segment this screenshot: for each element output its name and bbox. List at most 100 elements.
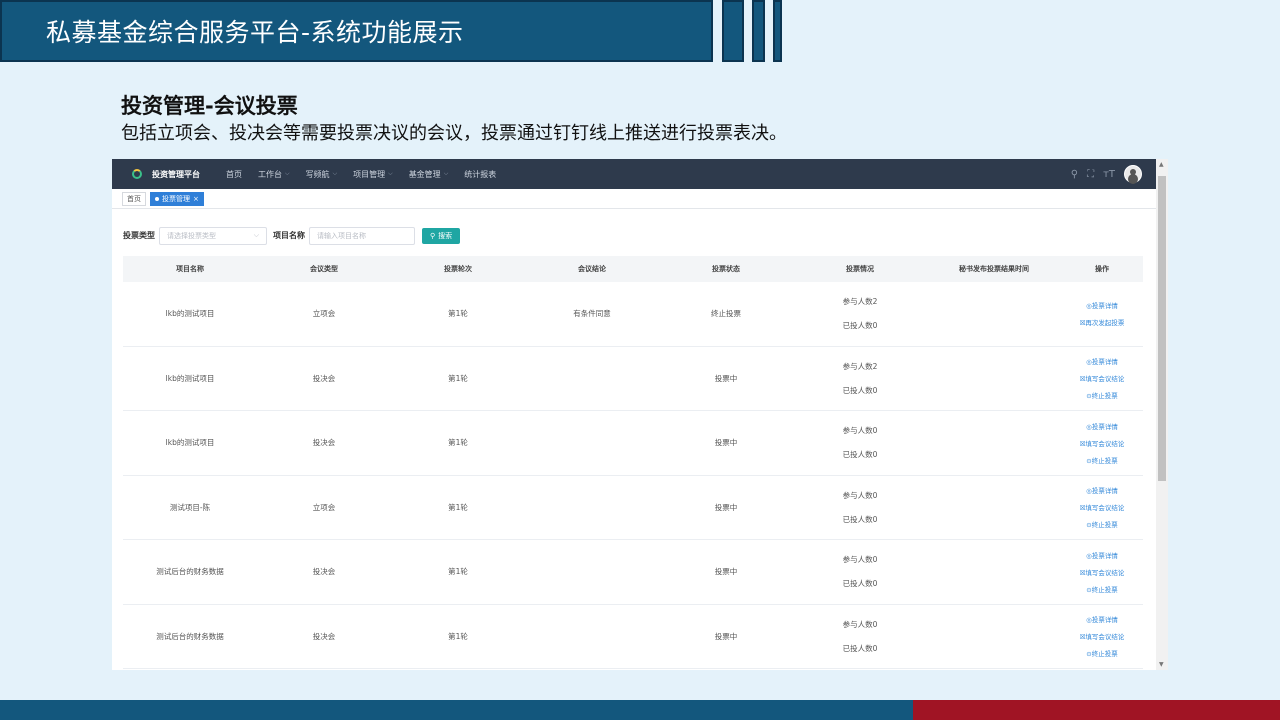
nav-label: 写频航 [305, 169, 330, 179]
nav-label: 统计报表 [464, 169, 497, 179]
table-row: 测试后台的财务数据 投决会 第1轮 投票中 参与人数0 已投人数0 ◎投票详情 … [123, 540, 1143, 605]
slide-title: 私募基金综合服务平台-系统功能展示 [46, 18, 464, 47]
search-button[interactable]: ⚲ 搜索 [422, 227, 461, 244]
header-cell: 会议类型 [310, 265, 338, 273]
voted-count: 已投人数0 [842, 514, 878, 524]
search-button-label: 搜索 [438, 231, 453, 240]
fill-conclusion-link[interactable]: ☒填写会议结论 [1080, 567, 1125, 577]
participants-count: 参与人数0 [842, 426, 878, 436]
actions-cell: ◎投票详情 ☒填写会议结论 ⊙终止投票 [1061, 550, 1143, 594]
logo-icon [132, 169, 142, 179]
vote-detail-link[interactable]: ◎投票详情 [1086, 300, 1118, 310]
section-title: 投资管理-会议投票 [121, 94, 298, 118]
chevron-down-icon: ⌵ [253, 231, 259, 239]
nav-tools: ⚲ ⛶ ᴛT [1071, 165, 1168, 183]
status-cell: 投票中 [714, 502, 738, 512]
status-cell: 投票中 [714, 631, 738, 641]
input-placeholder: 请输入项目名称 [317, 231, 366, 240]
stop-vote-link[interactable]: ⊙终止投票 [1086, 648, 1117, 658]
round-cell: 第1轮 [448, 631, 468, 641]
actions-cell: ◎投票详情 ☒填写会议结论 ⊙终止投票 [1061, 421, 1143, 465]
project-name-label: 项目名称 [273, 231, 305, 240]
fill-conclusion-link[interactable]: ☒填写会议结论 [1080, 502, 1125, 512]
project-name-cell: 测试项目-陈 [169, 502, 211, 512]
fill-conclusion-link[interactable]: ☒填写会议结论 [1080, 631, 1125, 641]
restart-vote-link[interactable]: ☒再次发起投票 [1080, 317, 1125, 327]
header-cell: 投票状态 [712, 265, 740, 273]
voted-count: 已投人数0 [842, 579, 878, 589]
font-size-icon[interactable]: ᴛT [1103, 169, 1115, 180]
vote-detail-link[interactable]: ◎投票详情 [1086, 485, 1118, 495]
vote-info-cell: 参与人数0 已投人数0 [793, 554, 927, 589]
status-cell: 终止投票 [711, 309, 741, 319]
nav-statistics[interactable]: 统计报表 [464, 169, 496, 180]
participants-count: 参与人数0 [842, 619, 878, 629]
filter-bar: 投票类型 请选择投票类型 ⌵ 项目名称 请输入项目名称 ⚲ 搜索 [112, 209, 1168, 249]
voted-count: 已投人数0 [842, 385, 878, 395]
stop-vote-link[interactable]: ⊙终止投票 [1086, 390, 1117, 400]
meeting-type-cell: 立项会 [312, 309, 336, 319]
fullscreen-icon[interactable]: ⛶ [1087, 169, 1094, 180]
vote-info-cell: 参与人数2 已投人数0 [793, 361, 927, 396]
project-name-cell: 测试后台的财务数据 [156, 567, 224, 577]
nav-label: 工作台 [258, 169, 282, 179]
actions-cell: ◎投票详情 ☒填写会议结论 ⊙终止投票 [1061, 356, 1143, 400]
meeting-type-cell: 投决会 [312, 438, 336, 448]
table-row: lkb的测试项目 投决会 第1轮 投票中 参与人数2 已投人数0 ◎投票详情 ☒… [123, 347, 1143, 411]
voted-count: 已投人数0 [842, 321, 878, 331]
section-description: 包括立项会、投决会等需要投票决议的会议，投票通过钉钉线上推送进行投票表决。 [121, 123, 787, 144]
project-name-cell: lkb的测试项目 [165, 309, 215, 319]
select-placeholder: 请选择投票类型 [167, 231, 216, 240]
fill-conclusion-link[interactable]: ☒填写会议结论 [1080, 373, 1125, 383]
scrollbar[interactable]: ▲ ▼ [1156, 159, 1168, 670]
header-cell: 操作 [1095, 265, 1109, 273]
chevron-down-icon: ⌵ [285, 170, 290, 177]
meeting-type-cell: 投决会 [312, 631, 336, 641]
nav-label: 基金管理 [408, 169, 441, 179]
stop-vote-link[interactable]: ⊙终止投票 [1086, 455, 1117, 465]
fill-conclusion-link[interactable]: ☒填写会议结论 [1080, 438, 1125, 448]
participants-count: 参与人数0 [842, 555, 878, 565]
vote-info-cell: 参与人数0 已投人数0 [793, 425, 927, 460]
participants-count: 参与人数0 [842, 490, 878, 500]
vote-detail-link[interactable]: ◎投票详情 [1086, 421, 1118, 431]
nav-label: 项目管理 [353, 169, 386, 179]
vote-detail-link[interactable]: ◎投票详情 [1086, 614, 1118, 624]
round-cell: 第1轮 [448, 309, 468, 319]
round-cell: 第1轮 [448, 373, 468, 383]
avatar[interactable] [1124, 165, 1142, 183]
scroll-down-icon[interactable]: ▼ [1159, 661, 1164, 668]
decor-bar [773, 0, 782, 62]
tag-home[interactable]: 首页 [122, 191, 146, 206]
vote-info-cell: 参与人数0 已投人数0 [793, 619, 927, 654]
round-cell: 第1轮 [448, 438, 468, 448]
stop-vote-link[interactable]: ⊙终止投票 [1086, 584, 1117, 594]
nav-fund-management[interactable]: 基金管理 ⌵ [409, 169, 449, 180]
app-screenshot: 投资管理平台 首页 工作台 ⌵ 写频航 ⌵ 项目管理 ⌵ 基金管理 ⌵ 统计报表 ⚲ ⛶… [112, 159, 1168, 670]
table-row: lkb的测试项目 投决会 第1轮 投票中 参与人数0 已投人数0 ◎投票详情 ☒… [123, 411, 1143, 476]
nav-third[interactable]: 写频航 ⌵ [306, 169, 338, 180]
chevron-down-icon: ⌵ [443, 170, 449, 177]
vote-table: 项目名称 会议类型 投票轮次 会议结论 投票状态 投票情况 秘书发布投票结果时间… [123, 256, 1143, 669]
table-row: 测试后台的财务数据 投决会 第1轮 投票中 参与人数0 已投人数0 ◎投票详情 … [123, 605, 1143, 669]
vote-detail-link[interactable]: ◎投票详情 [1086, 356, 1118, 366]
vote-detail-link[interactable]: ◎投票详情 [1086, 550, 1118, 560]
tag-vote-management[interactable]: 投票管理 × [150, 191, 204, 206]
header-cell: 会议结论 [578, 265, 606, 273]
project-name-cell: lkb的测试项目 [165, 438, 215, 448]
scrollbar-thumb[interactable] [1158, 176, 1166, 481]
vote-type-select[interactable]: 请选择投票类型 ⌵ [159, 226, 267, 245]
decor-bar [722, 0, 744, 62]
nav-project-management[interactable]: 项目管理 ⌵ [353, 169, 393, 180]
stop-vote-link[interactable]: ⊙终止投票 [1086, 519, 1117, 529]
project-name-cell: 测试后台的财务数据 [156, 631, 224, 641]
scroll-up-icon[interactable]: ▲ [1159, 161, 1164, 168]
project-name-input[interactable]: 请输入项目名称 [309, 226, 415, 245]
nav-home[interactable]: 首页 [226, 169, 242, 180]
round-cell: 第1轮 [448, 502, 468, 512]
nav-workbench[interactable]: 工作台 ⌵ [258, 169, 290, 180]
search-icon[interactable]: ⚲ [1071, 169, 1078, 180]
close-icon[interactable]: × [193, 195, 199, 203]
project-name-cell: lkb的测试项目 [165, 373, 215, 383]
status-cell: 投票中 [714, 567, 738, 577]
